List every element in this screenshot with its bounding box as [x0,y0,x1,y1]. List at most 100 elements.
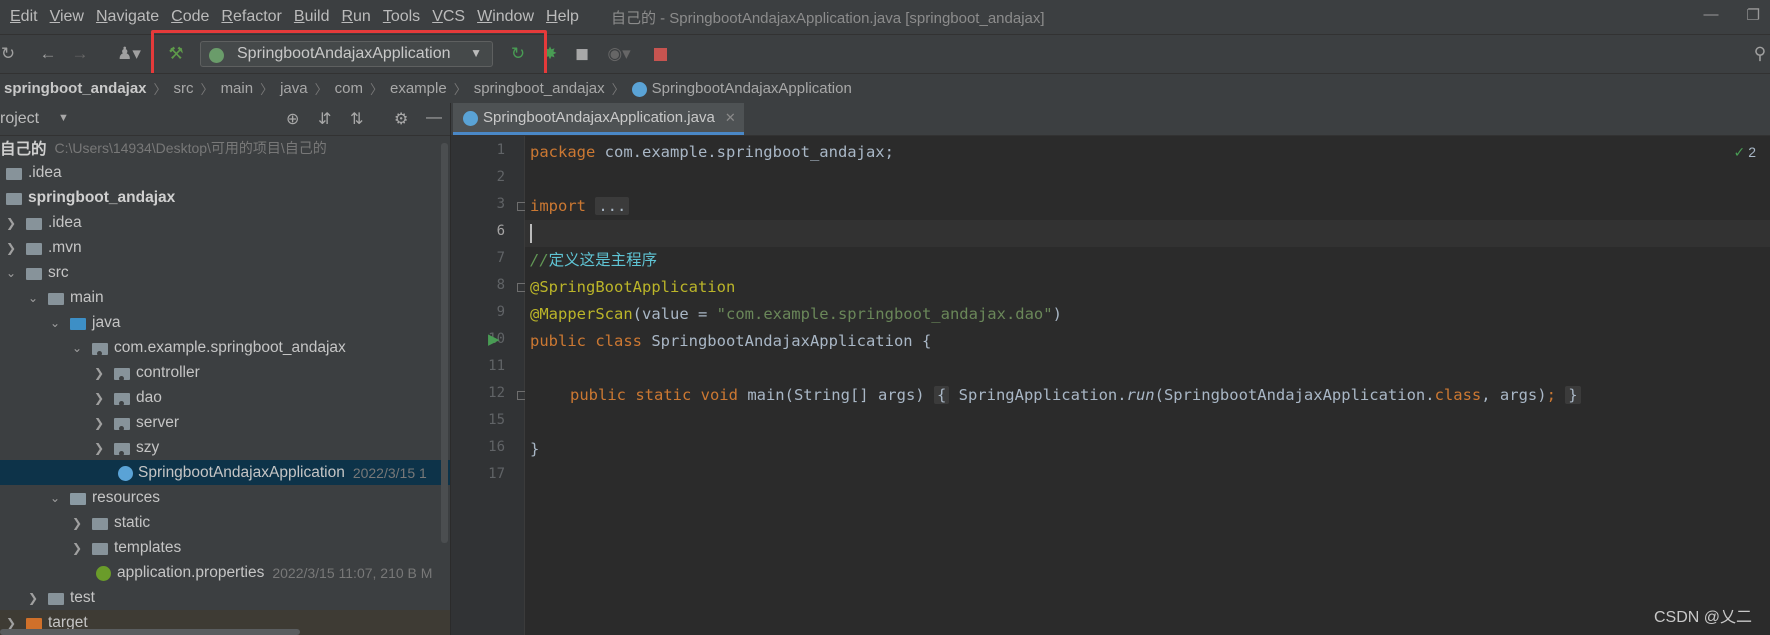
tree-item-label: com.example.springboot_andajax [114,338,346,356]
forward-icon[interactable]: → [70,43,90,65]
line-number: 1 [496,142,505,158]
tree-item-java[interactable]: ⌄ java [0,310,450,335]
tree-item-controller[interactable]: ❯ controller [0,360,450,385]
inspection-widget[interactable]: ✓ 2 [1733,144,1756,161]
chevron-down-icon[interactable]: ⌄ [48,491,62,505]
tree-item-test[interactable]: ❯ test [0,585,450,610]
sync-icon[interactable]: ↻ [0,43,16,65]
line-number: 3 [496,196,505,212]
chevron-right-icon[interactable]: ❯ [92,391,106,405]
code-line-12: public static void main(String[] args) {… [570,382,1581,409]
menu-run[interactable]: Run [335,8,376,26]
tree-item-dao[interactable]: ❯ dao [0,385,450,410]
chevron-right-icon[interactable]: ❯ [92,416,106,430]
chevron-right-icon[interactable]: ❯ [92,441,106,455]
chevron-right-icon[interactable]: ❯ [4,241,18,255]
breadcrumb-package[interactable]: springboot_andajax [474,80,605,97]
watermark: CSDN @乂二 [1653,609,1752,626]
tree-item-templates[interactable]: ❯ templates [0,535,450,560]
search-icon[interactable]: ⚲ [1750,43,1770,65]
chevron-down-icon[interactable]: ⌄ [70,341,84,355]
tree-item-szy[interactable]: ❯ szy [0,435,450,460]
tab-main-java[interactable]: SpringbootAndajaxApplication.java ✕ [453,103,744,135]
run-gutter-icon[interactable]: ▶ [488,330,500,348]
tree-item-label: application.properties [117,563,265,581]
tree-item-label: .mvn [48,238,82,256]
menu-code[interactable]: Code [165,8,215,26]
check-icon: ✓ [1733,144,1746,160]
menu-tools[interactable]: Tools [377,8,426,26]
line-number: 8 [496,277,505,293]
project-panel-header: roject ▼ ⊕ ⇵ ⇅ ⚙ — [0,103,450,136]
breadcrumb-com[interactable]: com [335,80,363,97]
line-number: 9 [496,304,505,320]
breadcrumb-src[interactable]: src [174,80,194,97]
tree-item-main-class[interactable]: SpringbootAndajaxApplication 2022/3/15 1 [0,460,450,485]
window-controls: — ❐ [1704,6,1760,24]
tree-item-idea[interactable]: ❯ .idea [0,210,450,235]
hide-minimize-icon[interactable]: — [426,109,442,127]
breadcrumb-example[interactable]: example [390,80,447,97]
horizontal-scrollbar[interactable] [0,629,300,635]
chevron-down-icon[interactable]: ▼ [58,112,69,124]
project-panel-title[interactable]: roject [0,110,39,128]
menu-vcs[interactable]: VCS [426,8,471,26]
chevron-right-icon[interactable]: ❯ [4,616,18,630]
menu-view[interactable]: View [44,8,90,26]
tree-item-server[interactable]: ❯ server [0,410,450,435]
tree-item-resources[interactable]: ⌄ resources [0,485,450,510]
profiler-icon[interactable]: ◉▾ [604,43,634,65]
tree-item-src[interactable]: ⌄ src [0,260,450,285]
tree-item-mvn[interactable]: ❯ .mvn [0,235,450,260]
breadcrumb-current-class[interactable]: SpringbootAndajaxApplication [652,80,852,97]
breadcrumb-project[interactable]: springboot_andajax [4,80,147,97]
chevron-down-icon[interactable]: ⌄ [48,316,62,330]
menu-navigate[interactable]: Navigate [90,8,165,26]
spring-boot-class-icon [118,466,133,481]
folded-imports[interactable]: ... [595,197,630,215]
locate-target-icon[interactable]: ⊕ [286,109,299,129]
code-line-7: //定义这是主程序 [530,251,658,269]
menu-refactor[interactable]: Refactor [215,8,287,26]
window-title: 自己的 - SpringbootAndajaxApplication.java … [610,9,1045,27]
tree-item-root[interactable]: 自己的 C:\Users\14934\Desktop\可用的项目\自己的 [0,135,450,160]
back-icon[interactable]: ← [38,43,58,65]
code-editor[interactable]: package com.example.springboot_andajax; … [525,136,1770,635]
chevron-right-icon[interactable]: ❯ [26,591,40,605]
chevron-right-icon[interactable]: ❯ [4,216,18,230]
coverage-icon[interactable]: ◼ [572,43,592,65]
vertical-scrollbar[interactable] [441,143,448,543]
minimize-icon[interactable]: — [1704,6,1719,24]
gear-icon[interactable]: ⚙ [394,109,408,129]
chevron-right-icon[interactable]: ❯ [70,541,84,555]
chevron-right-icon: 〉 [611,82,625,97]
tree-item-module[interactable]: springboot_andajax [0,185,450,210]
tree-item-package[interactable]: ⌄ com.example.springboot_andajax [0,335,450,360]
tree-item-application-properties[interactable]: application.properties 2022/3/15 11:07, … [0,560,450,585]
code-line-16: } [530,440,540,458]
line-number: 6 [496,223,505,239]
tree-item-label: src [48,263,69,281]
menu-edit[interactable]: Edit [4,8,44,26]
chevron-right-icon[interactable]: ❯ [92,366,106,380]
breadcrumb-java[interactable]: java [280,80,308,97]
user-icon[interactable]: ♟▾ [112,43,146,65]
menu-build[interactable]: Build [288,8,336,26]
close-icon[interactable]: ✕ [725,110,736,126]
spring-boot-class-icon [463,111,478,126]
restore-icon[interactable]: ❐ [1747,6,1760,24]
chevron-down-icon[interactable]: ⌄ [4,266,18,280]
expand-all-icon[interactable]: ⇵ [318,109,331,129]
collapse-all-icon[interactable]: ⇅ [350,109,363,129]
project-tool-window: roject ▼ ⊕ ⇵ ⇅ ⚙ — 自己的 C:\Users\14934\De… [0,103,451,635]
menu-help[interactable]: Help [540,8,585,26]
chevron-right-icon[interactable]: ❯ [70,516,84,530]
chevron-down-icon[interactable]: ⌄ [26,291,40,305]
tree-item-static[interactable]: ❯ static [0,510,450,535]
stop-icon[interactable] [652,43,668,65]
breadcrumb-main[interactable]: main [221,80,254,97]
module-folder-icon [6,192,22,205]
menu-window[interactable]: Window [471,8,540,26]
tree-item-idea-root[interactable]: .idea [0,160,450,185]
tree-item-main[interactable]: ⌄ main [0,285,450,310]
